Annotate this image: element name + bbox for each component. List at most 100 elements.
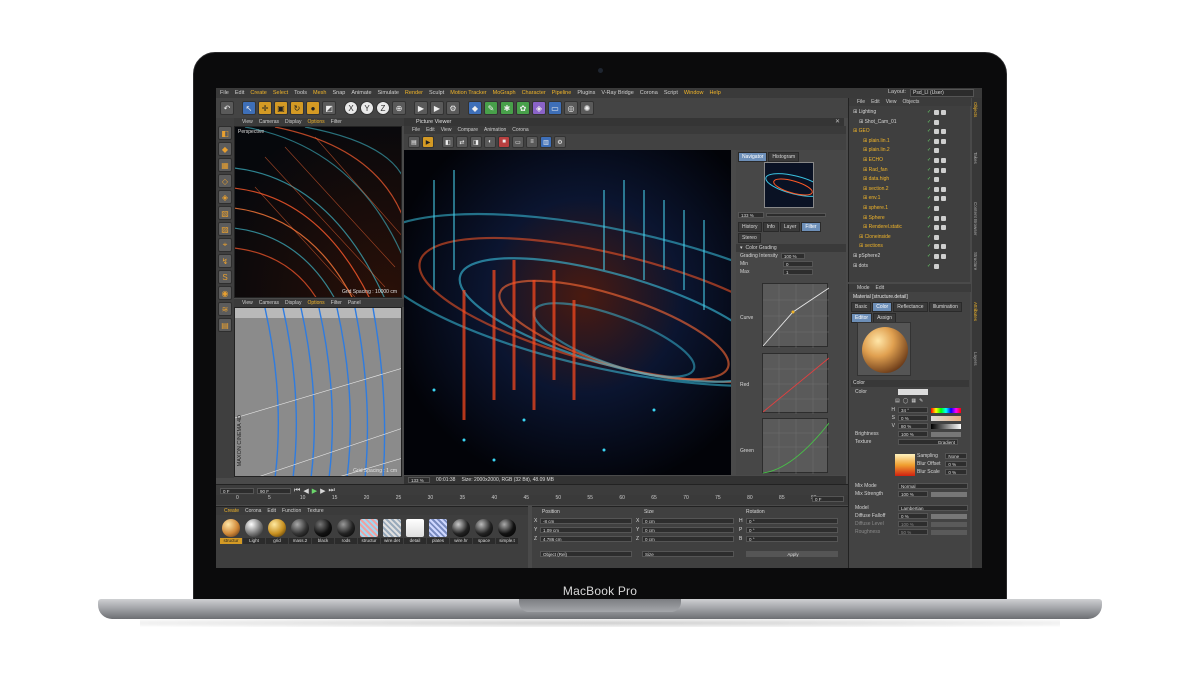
object-menu-file[interactable]: File xyxy=(857,99,865,105)
menu-item-motion-tracker[interactable]: Motion Tracker xyxy=(450,90,486,96)
tab-stereo[interactable]: Stereo xyxy=(738,233,761,243)
tag-icon[interactable] xyxy=(934,167,939,173)
menu-item-tools[interactable]: Tools xyxy=(294,90,307,96)
material-swatch[interactable] xyxy=(475,519,493,537)
object-row[interactable]: ⊞ env.1 xyxy=(863,195,880,202)
blurscale-field[interactable]: 0 % xyxy=(945,469,967,475)
menu-item-select[interactable]: Select xyxy=(273,90,288,96)
menu-item-character[interactable]: Character xyxy=(522,90,546,96)
tag-icon[interactable] xyxy=(934,244,939,250)
tag-icon[interactable] xyxy=(934,254,939,259)
material-tag-icon[interactable] xyxy=(941,167,946,173)
check-icon[interactable]: ✓ xyxy=(927,244,932,249)
min-field[interactable]: 0 xyxy=(783,261,813,267)
check-icon[interactable]: ✓ xyxy=(927,177,932,182)
check-icon[interactable]: ✓ xyxy=(927,129,932,134)
tab-reflectance[interactable]: Reflectance xyxy=(893,302,928,312)
material-tag-icon[interactable] xyxy=(941,129,946,135)
material-swatch[interactable] xyxy=(360,519,378,537)
diffusefalloff-slider[interactable] xyxy=(931,513,967,519)
viewport-top[interactable]: Perspective Grid Spacing : 10000 cm xyxy=(234,126,402,298)
tweak-mode-icon[interactable]: ↯ xyxy=(218,254,232,268)
object-row[interactable]: ⊞ plain.lin.1 xyxy=(863,138,890,145)
object-menu-objects[interactable]: Objects xyxy=(902,99,919,105)
save-icon[interactable]: ▤ xyxy=(408,136,420,148)
picture-viewer-menu-file[interactable]: File xyxy=(412,127,420,133)
subdivision-icon[interactable]: ✱ xyxy=(500,101,514,115)
rotation-b-field[interactable]: 0 ° xyxy=(746,536,838,542)
roughness-slider[interactable] xyxy=(931,529,967,535)
tab-color[interactable]: Color xyxy=(872,302,893,312)
tag-icon[interactable] xyxy=(934,225,939,231)
tag-icon[interactable] xyxy=(934,148,939,154)
tag-icon[interactable] xyxy=(934,119,939,125)
brightness-field[interactable]: 100 % xyxy=(898,431,928,437)
tab-navigator[interactable]: Navigator xyxy=(738,152,768,162)
select-tool-icon[interactable]: ↖ xyxy=(242,101,256,115)
menu-item-corona[interactable]: Corona xyxy=(640,90,658,96)
live-select-icon[interactable]: ◩ xyxy=(322,101,336,115)
viewport-menu-options[interactable]: Options xyxy=(307,119,324,125)
object-row[interactable]: ⊞ section.2 xyxy=(863,186,889,193)
spectrum-icon[interactable]: ▦ xyxy=(911,398,916,404)
tab-histogram[interactable]: Histogram xyxy=(768,152,800,162)
layout-select[interactable]: Psd_LI (User) xyxy=(910,89,974,97)
mixstrength-slider[interactable] xyxy=(931,491,967,497)
viewport-menu-view[interactable]: View xyxy=(242,300,253,306)
object-row[interactable]: ⊞ pSphere2 xyxy=(853,253,880,260)
scale-tool-icon[interactable]: ▣ xyxy=(274,101,288,115)
layers-icon[interactable]: ≡ xyxy=(526,136,538,148)
texture-mode-icon[interactable]: ▦ xyxy=(218,158,232,172)
undo-icon[interactable]: ↶ xyxy=(220,101,234,115)
tab-illumination[interactable]: Illumination xyxy=(928,302,962,312)
viewport-menu-display[interactable]: Display xyxy=(285,300,301,306)
menu-item-create[interactable]: Create xyxy=(250,90,267,96)
render-picture-viewer-icon[interactable]: ▶ xyxy=(430,101,444,115)
color-grading-header[interactable]: ▾ Color Grading xyxy=(736,244,846,252)
object-row[interactable]: ⊞ plain.lin.2 xyxy=(863,147,890,154)
menu-item-sculpt[interactable]: Sculpt xyxy=(429,90,444,96)
object-row[interactable]: ⊞ Rad_fan xyxy=(863,167,887,174)
material-tag-icon[interactable] xyxy=(941,138,946,144)
red-curve-graph[interactable] xyxy=(762,353,830,414)
material-tag-icon[interactable] xyxy=(941,244,946,250)
menu-item-simulate[interactable]: Simulate xyxy=(378,90,399,96)
menu-item-plugins[interactable]: Plugins xyxy=(577,90,595,96)
h-field[interactable]: 34 ° xyxy=(898,407,928,413)
side-tab-content-browser[interactable]: Content Browser xyxy=(973,202,978,236)
render-settings-icon[interactable]: ⚙ xyxy=(446,101,460,115)
position-y-field[interactable]: 1.09 cm xyxy=(540,527,632,533)
sampling-field[interactable]: None xyxy=(945,453,967,459)
menu-item-script[interactable]: Script xyxy=(664,90,678,96)
menu-item-window[interactable]: Window xyxy=(684,90,704,96)
color-swatch[interactable] xyxy=(898,389,928,395)
grid-icon[interactable]: ▤ xyxy=(218,318,232,332)
zoom-slider[interactable] xyxy=(766,213,826,217)
menu-item-render[interactable]: Render xyxy=(405,90,423,96)
side-tab-takes[interactable]: Takes xyxy=(973,152,978,164)
diffuselevel-slider[interactable] xyxy=(931,521,967,527)
viewport-menu-filter[interactable]: Filter xyxy=(331,119,342,125)
z-axis-icon[interactable]: Z xyxy=(376,101,390,115)
menu-item-snap[interactable]: Snap xyxy=(332,90,345,96)
material-tag-icon[interactable] xyxy=(941,254,946,259)
menu-item-file[interactable]: File xyxy=(220,90,229,96)
check-icon[interactable]: ✓ xyxy=(927,215,932,221)
tag-icon[interactable] xyxy=(934,138,939,144)
menu-item-help[interactable]: Help xyxy=(709,90,720,96)
material-swatch[interactable] xyxy=(498,519,516,537)
tab-filter[interactable]: Filter xyxy=(801,222,821,232)
prev-frame-icon[interactable]: ◀ xyxy=(303,487,308,495)
object-row[interactable]: ⊞ Lighting xyxy=(853,109,876,116)
rotate-tool-icon[interactable]: ↻ xyxy=(290,101,304,115)
object-row[interactable]: ⊞ ECHO xyxy=(863,157,883,164)
split-icon[interactable]: ◨ xyxy=(470,136,482,148)
render-view-icon[interactable]: ▶ xyxy=(414,101,428,115)
end-frame[interactable]: 90 F xyxy=(257,488,291,494)
material-swatch[interactable] xyxy=(383,519,401,537)
object-menu-view[interactable]: View xyxy=(886,99,897,105)
light-icon[interactable]: ✺ xyxy=(580,101,594,115)
material-swatch[interactable] xyxy=(452,519,470,537)
check-icon[interactable]: ✓ xyxy=(927,234,932,240)
next-frame-icon[interactable]: ▶ xyxy=(320,487,325,495)
